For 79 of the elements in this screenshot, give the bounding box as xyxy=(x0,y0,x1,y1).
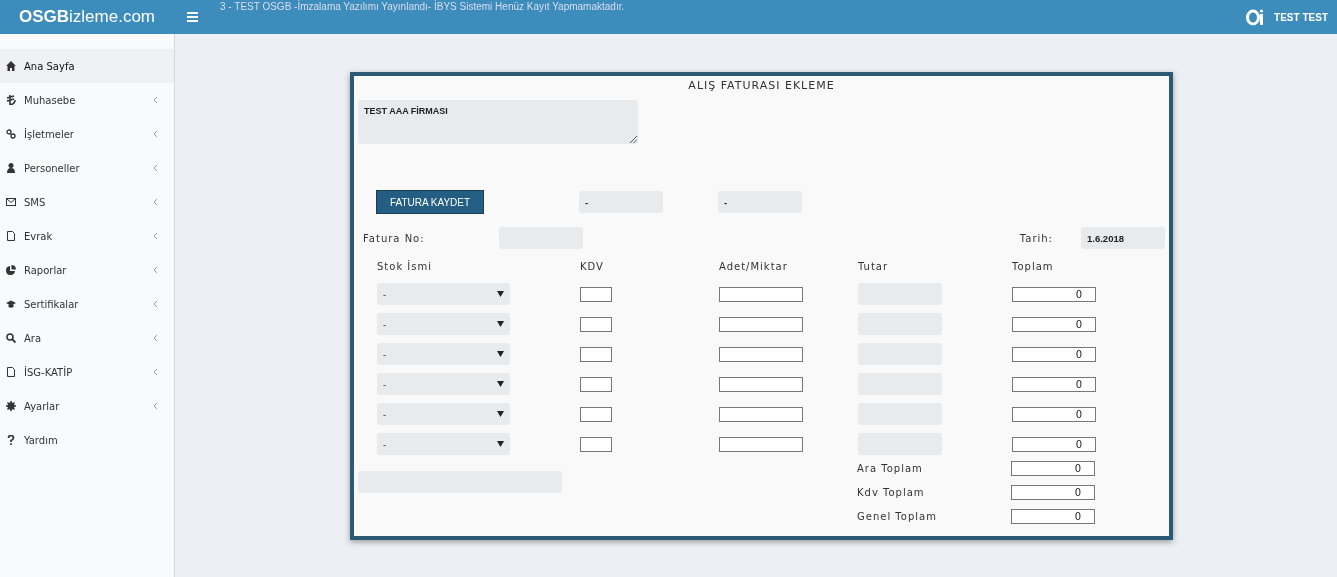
pie-chart-icon xyxy=(6,265,16,275)
sidebar-item[interactable]: Yardım xyxy=(0,423,174,457)
caret-icon xyxy=(497,321,504,327)
summary-input[interactable]: 0 xyxy=(1011,461,1095,476)
stock-select[interactable]: - xyxy=(377,283,510,305)
home-icon xyxy=(6,61,16,71)
column-header: KDV xyxy=(580,261,605,274)
sidebar-item[interactable]: Ana Sayfa xyxy=(0,49,174,83)
resize-grip-icon[interactable] xyxy=(630,136,637,143)
summary-label: Kdv Toplam xyxy=(857,487,926,498)
stock-select[interactable]: - xyxy=(377,373,510,395)
lira-icon xyxy=(6,95,16,105)
sidebar-item[interactable]: Ayarlar xyxy=(0,389,174,423)
sidebar-item[interactable]: Sertifikalar xyxy=(0,287,174,321)
total-input[interactable]: 0 xyxy=(1012,316,1096,332)
stock-select[interactable]: - xyxy=(377,343,510,365)
date-label: Tarih: xyxy=(1019,232,1053,244)
link-icon xyxy=(6,129,16,139)
total-input[interactable]: 0 xyxy=(1012,376,1096,392)
logo[interactable]: OSGBizleme.com xyxy=(0,7,175,27)
stock-select[interactable]: - xyxy=(377,433,510,455)
caret-icon xyxy=(497,381,504,387)
total-input[interactable]: 0 xyxy=(1012,286,1096,302)
user-name[interactable]: TEST TEST xyxy=(1274,11,1328,23)
sidebar-item[interactable]: İSG-KATİP xyxy=(0,355,174,389)
column-header: Toplam xyxy=(1012,261,1055,274)
quantity-input[interactable] xyxy=(719,436,803,452)
search-icon xyxy=(6,333,16,343)
vat-input[interactable] xyxy=(580,316,612,332)
quantity-input[interactable] xyxy=(719,346,803,362)
stock-select[interactable]: - xyxy=(377,403,510,425)
info-field[interactable]: - xyxy=(718,191,802,213)
person-icon xyxy=(6,163,16,173)
info-field[interactable]: - xyxy=(579,191,663,213)
vat-input[interactable] xyxy=(580,406,612,422)
settings-icon xyxy=(6,401,16,411)
summary-label: Ara Toplam xyxy=(857,463,924,474)
quantity-input[interactable] xyxy=(719,316,803,332)
total-input[interactable]: 0 xyxy=(1012,406,1096,422)
date-field[interactable]: 1.6.2018 xyxy=(1081,227,1165,249)
sidebar-item[interactable]: Ara xyxy=(0,321,174,355)
envelope-icon xyxy=(6,197,16,207)
stock-select[interactable]: - xyxy=(377,313,510,335)
column-header: Tutar xyxy=(858,261,890,274)
sidebar-item[interactable]: Evrak xyxy=(0,219,174,253)
document-icon xyxy=(6,231,16,241)
vat-input[interactable] xyxy=(580,346,612,362)
total-input[interactable]: 0 xyxy=(1012,346,1096,362)
sidebar-item[interactable]: İşletmeler xyxy=(0,117,174,151)
sidebar-item[interactable]: Muhasebe xyxy=(0,83,174,117)
caret-icon xyxy=(497,441,504,447)
announcement-text: 3 - TEST OSGB -İmzalama Yazılımı Yayınlandı- İBYS Sistemi Henüz Kayıt Yapmamaktadır. xyxy=(220,1,625,12)
summary-label: Genel Toplam xyxy=(857,511,938,522)
vat-input[interactable] xyxy=(580,286,612,302)
caret-icon xyxy=(497,411,504,417)
company-textarea[interactable]: TEST AAA FİRMASI xyxy=(358,100,638,144)
quantity-input[interactable] xyxy=(719,286,803,302)
summary-input[interactable]: 0 xyxy=(1011,485,1095,500)
invoice-no-label: Fatura No: xyxy=(363,232,426,244)
caret-icon xyxy=(497,351,504,357)
sidebar-item[interactable]: SMS xyxy=(0,185,174,219)
document-icon xyxy=(6,367,16,377)
user-logo-icon[interactable] xyxy=(1246,8,1266,26)
panel-title: ALIŞ FATURASI EKLEME xyxy=(687,78,836,94)
summary-input[interactable]: 0 xyxy=(1011,509,1095,524)
quantity-input[interactable] xyxy=(719,406,803,422)
caret-icon xyxy=(497,291,504,297)
vat-input[interactable] xyxy=(580,376,612,392)
question-icon xyxy=(6,435,16,445)
graduation-cap-icon xyxy=(6,299,16,309)
menu-icon[interactable] xyxy=(187,12,198,22)
column-header: Stok İsmi xyxy=(377,261,434,274)
total-input[interactable]: 0 xyxy=(1012,436,1096,452)
column-header: Adet/Miktar xyxy=(719,261,789,274)
sidebar-item[interactable]: Raporlar xyxy=(0,253,174,287)
save-invoice-button[interactable]: FATURA KAYDET xyxy=(376,190,484,214)
sidebar-item[interactable]: Personeller xyxy=(0,151,174,185)
vat-input[interactable] xyxy=(580,436,612,452)
quantity-input[interactable] xyxy=(719,376,803,392)
